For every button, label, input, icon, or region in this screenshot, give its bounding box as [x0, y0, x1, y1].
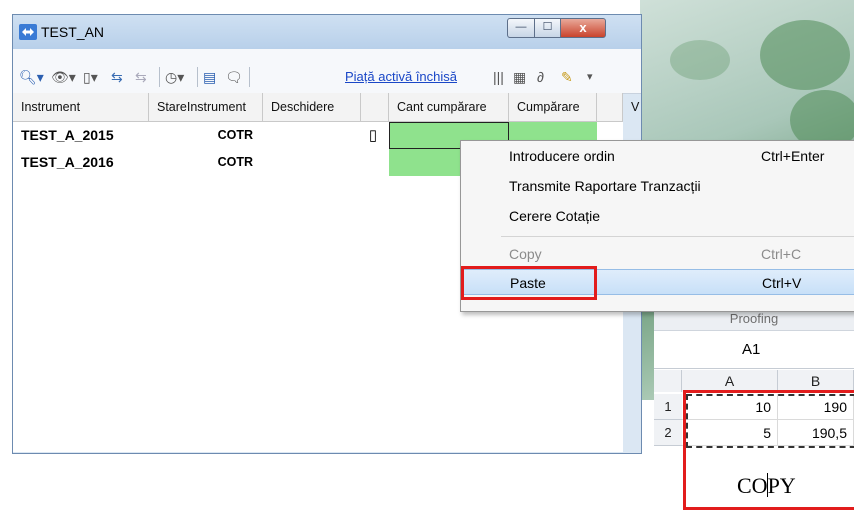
background-foliage	[760, 20, 850, 90]
copy-annotation-text: COPY	[737, 473, 796, 498]
notepad-icon[interactable]: ▯	[359, 122, 387, 149]
speech-bubble-icon[interactable]: 🗨	[225, 69, 243, 85]
toolbar-separator	[249, 67, 250, 87]
menu-item-label: Introducere ordin	[509, 148, 615, 164]
column-header-a[interactable]: A	[682, 370, 778, 392]
menu-item-label: Cerere Cotație	[509, 208, 601, 224]
column-header-instrument[interactable]: Instrument	[13, 93, 149, 121]
cell-deschidere[interactable]	[263, 122, 361, 149]
title-bar[interactable]: TEST_AN — ☐ x	[13, 15, 641, 49]
window-title: TEST_AN	[41, 24, 105, 40]
chart-bars-icon[interactable]: |||	[493, 69, 504, 85]
cell-instrument[interactable]: TEST_A_2015	[13, 122, 149, 149]
market-status-link[interactable]: Piață activă închisă	[345, 69, 457, 84]
grid-header: Instrument StareInstrument Deschidere Ca…	[13, 93, 623, 122]
maximize-icon: ☐	[542, 21, 553, 33]
menu-item-label: Transmite Raportare Tranzacții	[509, 178, 701, 194]
background-foliage	[670, 40, 730, 80]
menu-item-label: Copy	[509, 246, 542, 262]
menu-item-shortcut: Ctrl+C	[761, 246, 802, 262]
cell-instrument[interactable]: TEST_A_2016	[13, 149, 149, 176]
row-header-2[interactable]: 2	[654, 420, 682, 446]
menu-item-transmite-raportare[interactable]: Transmite Raportare Tranzacții	[461, 173, 854, 199]
table-icon[interactable]: ▦	[513, 69, 526, 85]
toolbar: 🔍︎▾ 👁▾ ▯▾ ⇆ ⇆ ◷▾ ▤ 🗨 Piață activă închis…	[13, 49, 641, 94]
row-header-1[interactable]: 1	[654, 394, 682, 420]
select-all-corner[interactable]	[654, 370, 682, 392]
panels-icon[interactable]: ▤	[203, 69, 216, 85]
menu-item-copy: Copy Ctrl+C	[461, 241, 854, 267]
column-header-b[interactable]: B	[778, 370, 854, 392]
paperclip-icon[interactable]: ∂	[537, 69, 544, 85]
minimize-button[interactable]: —	[507, 18, 535, 38]
clock-icon[interactable]: ◷▾	[165, 69, 184, 85]
close-button[interactable]: x	[560, 18, 606, 38]
menu-item-cerere-cotatie[interactable]: Cerere Cotație	[461, 203, 854, 229]
search-icon[interactable]: 🔍︎▾	[19, 69, 44, 85]
menu-item-shortcut: Ctrl+Enter	[761, 148, 825, 164]
copy-annotation-label: COPY	[737, 473, 796, 499]
eye-icon[interactable]: 👁▾	[51, 69, 76, 85]
exchange-icon[interactable]: ⇆	[111, 69, 123, 85]
maximize-button[interactable]: ☐	[534, 18, 561, 38]
column-header-cant-cumparare[interactable]: Cant cumpărare	[389, 93, 509, 121]
text-caret	[766, 473, 768, 497]
column-header-stare-instrument[interactable]: StareInstrument	[149, 93, 263, 121]
menu-item-introducere-ordin[interactable]: Introducere ordin Ctrl+Enter	[461, 143, 854, 169]
column-header-v[interactable]: V	[623, 93, 643, 121]
name-box[interactable]: A1	[654, 331, 854, 369]
pen-icon[interactable]: ✎	[561, 69, 573, 85]
cell-stare[interactable]: COTR	[149, 122, 263, 149]
column-header-cumparare[interactable]: Cumpărare	[509, 93, 597, 121]
close-icon: x	[579, 20, 587, 35]
column-header-blank-2[interactable]	[597, 93, 623, 121]
paste-highlight-box	[461, 266, 597, 300]
cell-stare[interactable]: COTR	[149, 149, 263, 176]
notepad-icon[interactable]: ▯▾	[83, 69, 98, 85]
menu-separator	[501, 236, 854, 237]
column-header-deschidere[interactable]: Deschidere	[263, 93, 361, 121]
toolbar-separator	[197, 67, 198, 87]
app-arrows-icon	[19, 24, 37, 40]
minimize-icon: —	[515, 21, 527, 33]
overflow-chevron-icon[interactable]: ▾	[587, 69, 593, 85]
cell-deschidere[interactable]	[263, 149, 361, 176]
menu-item-shortcut: Ctrl+V	[762, 275, 802, 291]
exchange-disabled-icon: ⇆	[135, 69, 147, 85]
toolbar-separator	[159, 67, 160, 87]
column-header-blank[interactable]	[361, 93, 389, 121]
